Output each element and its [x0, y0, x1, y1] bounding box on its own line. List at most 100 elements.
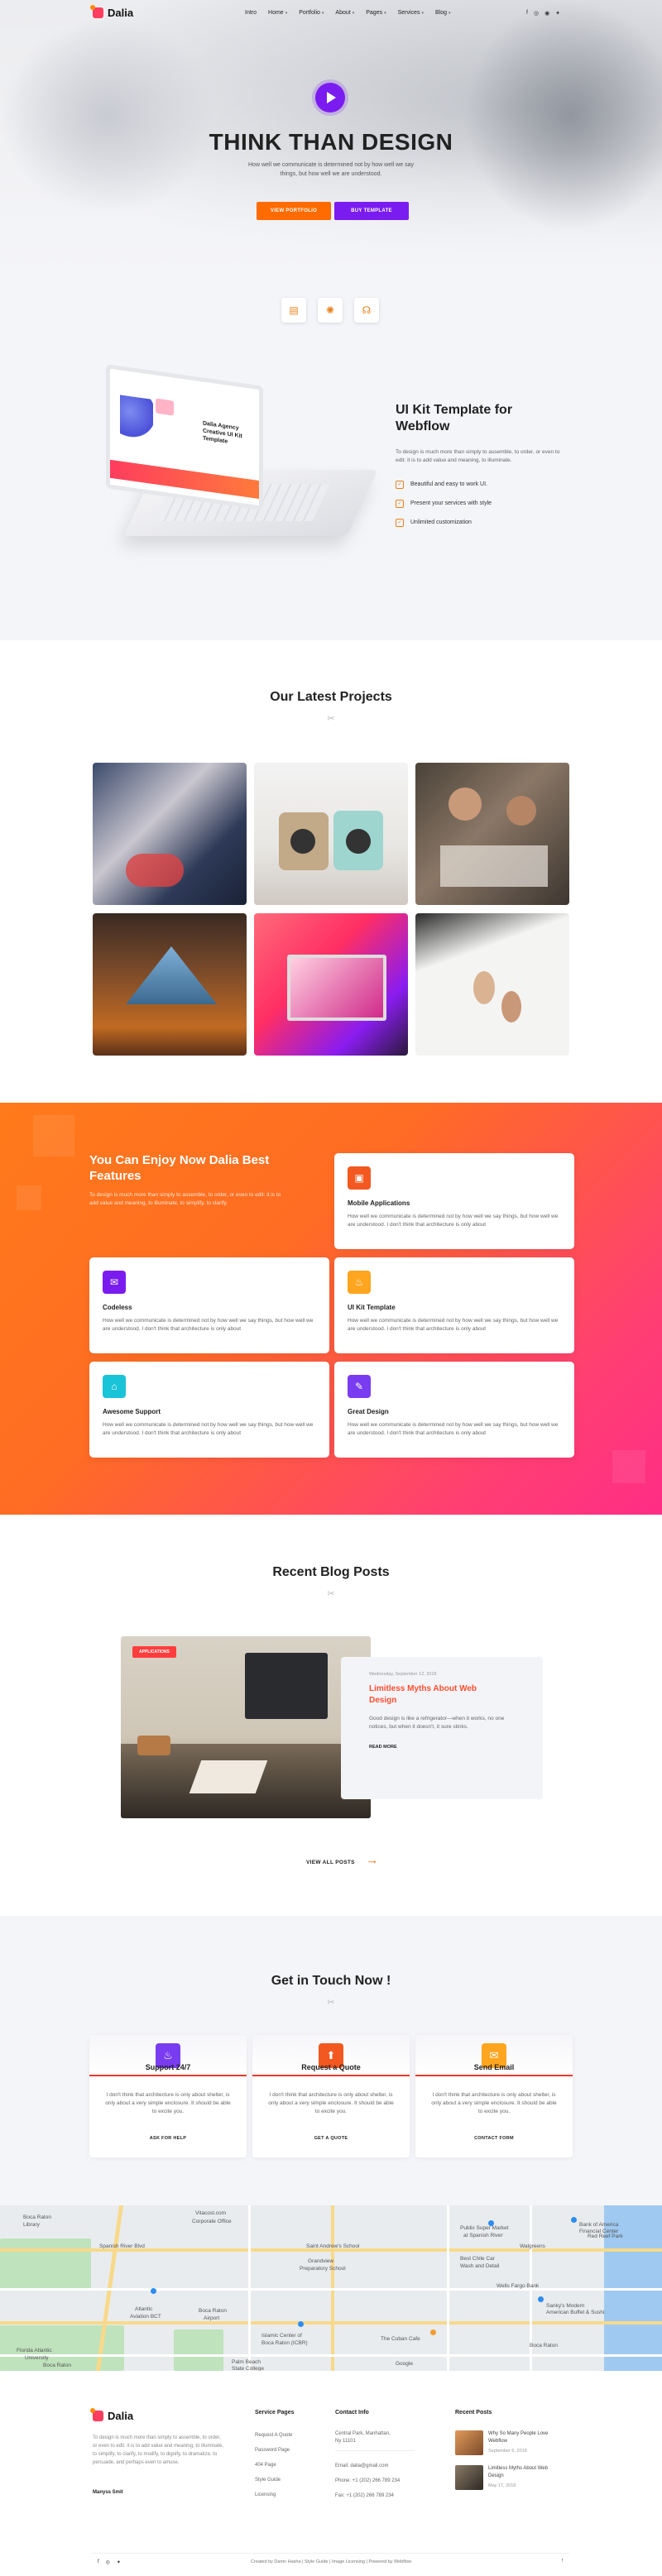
- footer-link[interactable]: Password Page: [255, 2448, 290, 2453]
- map-label: Wash and Detail: [460, 2263, 500, 2269]
- check-icon: ✓: [396, 499, 404, 508]
- tent-view: [126, 946, 217, 1004]
- cup: [137, 1736, 170, 1755]
- instagram-icon[interactable]: ◎: [534, 10, 539, 17]
- hero-background-people: [463, 0, 662, 232]
- twitter-icon[interactable]: ✦: [555, 10, 560, 17]
- support-icon[interactable]: ☊: [354, 298, 379, 323]
- logo[interactable]: Dalia: [90, 5, 133, 19]
- decor-square: [33, 1115, 74, 1156]
- feature-card-support: ⌂ Awesome Support How well we communicat…: [89, 1362, 329, 1458]
- ask-for-help-link[interactable]: ASK FOR HELP: [89, 2136, 247, 2141]
- map-pin-icon[interactable]: [151, 2288, 156, 2294]
- header-socials: f ◎ ◉ ✦: [526, 10, 560, 17]
- hero-title: THINK THAN DESIGN: [209, 129, 453, 155]
- map-label: University: [25, 2355, 49, 2361]
- notebook: [189, 1760, 268, 1793]
- map-pin-icon[interactable]: [298, 2321, 304, 2327]
- project-image-shells[interactable]: [415, 913, 569, 1056]
- map-label: Vitacost.com: [195, 2210, 227, 2216]
- map-label: Bank of America: [579, 2222, 619, 2228]
- illustration-card: [156, 398, 174, 416]
- map-pin-icon[interactable]: [538, 2296, 544, 2302]
- imac-screen: [287, 955, 386, 1021]
- get-a-quote-link[interactable]: GET A QUOTE: [252, 2136, 410, 2141]
- menu-item-pages[interactable]: Pages ▾: [366, 10, 386, 16]
- feature-card-mobile: ▣ Mobile Applications How well we commun…: [334, 1153, 574, 1249]
- footer-link[interactable]: 404 Page: [255, 2463, 276, 2468]
- contact-card-title: Send Email: [473, 2063, 515, 2071]
- footer-phone[interactable]: Phone: +1 (202) 266 789 234: [335, 2478, 400, 2483]
- logo-mark-icon: [90, 2408, 103, 2421]
- footer-link[interactable]: Style Guide: [255, 2478, 281, 2483]
- project-image-meeting[interactable]: [93, 763, 247, 905]
- dribbble-icon[interactable]: ◉: [544, 10, 549, 17]
- map-label: Palm Beach: [232, 2359, 261, 2365]
- footer-logo[interactable]: Dalia: [90, 2408, 133, 2422]
- menu-item-blog[interactable]: Blog ▾: [435, 10, 451, 16]
- project-image-team[interactable]: [415, 763, 569, 905]
- project-image-cameras[interactable]: [254, 763, 408, 905]
- view-all-posts-link[interactable]: VIEW ALL POSTS ⟶: [306, 1859, 376, 1865]
- document-icon[interactable]: ▤: [281, 298, 306, 323]
- view-portfolio-button[interactable]: VIEW PORTFOLIO: [257, 202, 331, 220]
- play-video-button[interactable]: [315, 83, 345, 113]
- person: [506, 796, 536, 826]
- menu-item-label: Intro: [245, 10, 257, 16]
- chevron-down-icon: ▾: [421, 11, 424, 16]
- map-label: Preparatory School: [300, 2266, 346, 2272]
- feature-card-text: How well we communicate is determined no…: [348, 1214, 559, 1228]
- map-pin-icon[interactable]: [430, 2329, 436, 2335]
- footer-link[interactable]: Licensing: [255, 2492, 276, 2497]
- check-icon: ✓: [396, 480, 404, 489]
- buy-template-button[interactable]: BUY TEMPLATE: [334, 202, 409, 220]
- blog-post-image[interactable]: [121, 1636, 371, 1818]
- footer-address: Ny 11101: [335, 2439, 356, 2444]
- blog-post-card: Wednesday, September 12, 2018 Limitless …: [341, 1657, 543, 1799]
- laptop-screen: Dalia Agency Creative UI Kit Template: [106, 364, 263, 510]
- footer-address: Central Park, Manhattan,: [335, 2431, 391, 2436]
- support-icon: ⌂: [103, 1375, 126, 1398]
- map-label: at Spanish River: [463, 2233, 503, 2238]
- menu-item-portfolio[interactable]: Portfolio ▾: [299, 10, 324, 16]
- palette-icon[interactable]: ✺: [318, 298, 343, 323]
- list-item: ✓ Beautiful and easy to work UI.: [396, 475, 492, 494]
- facebook-icon[interactable]: f: [526, 10, 528, 17]
- recent-post-title[interactable]: Why So Many People Love Webflow: [488, 2430, 564, 2445]
- category-badge[interactable]: APPLICATIONS: [132, 1646, 176, 1658]
- map-label: Best Chile Car: [460, 2256, 495, 2262]
- menu-item-services[interactable]: Services ▾: [398, 10, 424, 16]
- map-label: Boca Raton (ICBR): [261, 2340, 308, 2346]
- footer-link[interactable]: Request A Quote: [255, 2433, 292, 2438]
- list-item-text: Unlimited customization: [410, 520, 472, 525]
- chevron-down-icon: ▾: [285, 11, 288, 16]
- recent-post-thumbnail[interactable]: [455, 2430, 483, 2455]
- feature-card-title: Codeless: [103, 1304, 132, 1311]
- camera-lens: [346, 829, 371, 854]
- menu-item-intro[interactable]: Intro: [245, 10, 257, 16]
- recent-post-thumbnail[interactable]: [455, 2465, 483, 2490]
- post-date: Wednesday, September 12, 2018: [369, 1672, 437, 1677]
- scroll-top-icon[interactable]: ↑: [561, 2558, 564, 2564]
- chevron-down-icon: ▾: [384, 11, 386, 16]
- chevron-down-icon: ▾: [352, 11, 355, 16]
- post-title[interactable]: Limitless Myths About Web Design: [369, 1683, 493, 1707]
- recent-post-title[interactable]: Limitless Myths About Web Design: [488, 2465, 564, 2480]
- list-item: ✓ Unlimited customization: [396, 513, 492, 532]
- project-image-tent[interactable]: [93, 913, 247, 1056]
- menu-item-home[interactable]: Home ▾: [268, 10, 287, 16]
- map-pin-icon[interactable]: [571, 2217, 577, 2223]
- project-image-imac[interactable]: [254, 913, 408, 1056]
- contact-form-link[interactable]: CONTACT FORM: [415, 2136, 573, 2141]
- location-map[interactable]: [0, 2205, 662, 2371]
- map-label: Corporate Office: [192, 2219, 232, 2224]
- map-label: Airport: [204, 2315, 220, 2321]
- footer-email[interactable]: Email: dalia@gmail.com: [335, 2463, 388, 2468]
- list-item-text: Present your services with style: [410, 500, 492, 506]
- menu-item-about[interactable]: About ▾: [335, 10, 354, 16]
- map-label: Aviation BCT: [130, 2314, 161, 2320]
- read-more-link[interactable]: READ MORE: [369, 1745, 397, 1750]
- map-park: [174, 2329, 223, 2371]
- menu-item-label: Home: [268, 10, 284, 16]
- map-label: Grandview: [308, 2258, 334, 2264]
